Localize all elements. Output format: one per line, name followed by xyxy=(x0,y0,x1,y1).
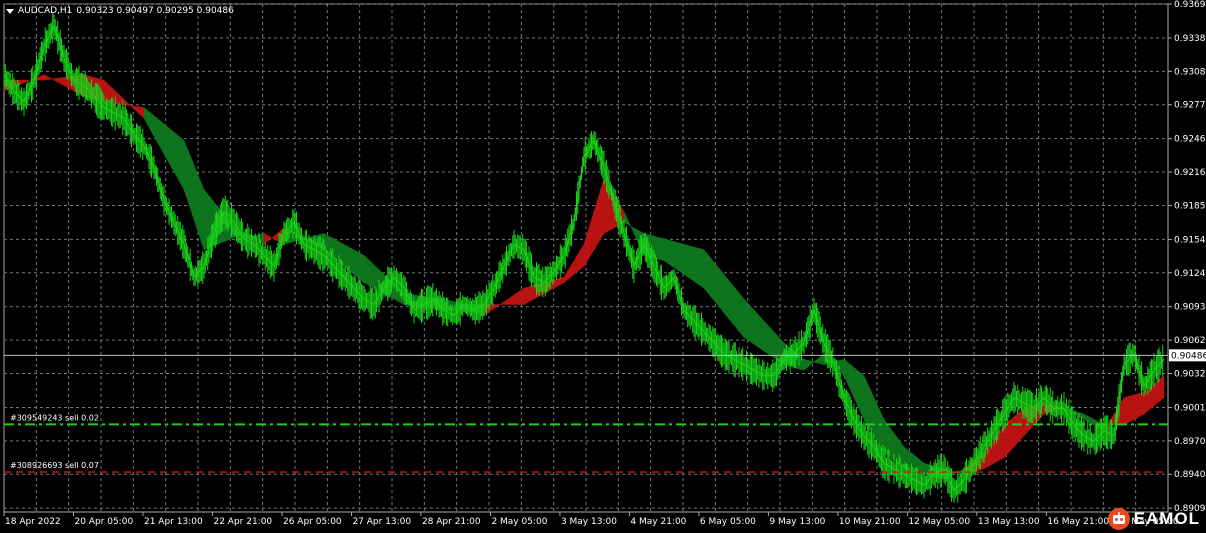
collapse-triangle-icon[interactable] xyxy=(6,8,14,14)
x-tick-label: 13 May 13:00 xyxy=(978,517,1040,527)
y-tick-label: 0.92160 xyxy=(1174,168,1206,178)
symbol-label: AUDCAD,H1 xyxy=(18,6,73,16)
y-tick-label: 0.89400 xyxy=(1174,470,1206,480)
x-tick-label: 18 Apr 2022 xyxy=(5,517,61,527)
robot-icon xyxy=(1107,508,1130,530)
x-tick-label: 4 May 21:00 xyxy=(630,517,686,527)
order-label: #309549243 sell 0.02 xyxy=(10,413,99,422)
price-chart[interactable]: 0.93695 0.93385 0.93080 0.92775 0.92465 0.921… xyxy=(0,0,1206,533)
y-tick-label: 0.90320 xyxy=(1174,370,1206,380)
x-tick-label: 6 May 05:00 xyxy=(700,517,756,527)
y-tick-label: 0.91545 xyxy=(1174,235,1206,245)
x-tick-label: 21 Apr 13:00 xyxy=(144,517,203,527)
y-tick-label: 0.91240 xyxy=(1174,269,1206,279)
x-tick-label: 20 Apr 05:00 xyxy=(74,517,133,527)
y-tick-label: 0.90930 xyxy=(1174,303,1206,313)
chart-background xyxy=(0,0,1206,533)
x-tick-label: 2 May 05:00 xyxy=(491,517,547,527)
brand-logo: EAMOL xyxy=(1107,508,1200,530)
chart-header: AUDCAD,H1 0.90323 0.90497 0.90295 0.9048… xyxy=(6,6,234,16)
x-tick-label: 27 Apr 13:00 xyxy=(352,517,411,527)
y-tick-label: 0.93385 xyxy=(1174,34,1206,44)
ohlc-values: 0.90323 0.90497 0.90295 0.90486 xyxy=(76,6,234,16)
brand-name: EAMOL xyxy=(1133,509,1200,528)
x-tick-label: 28 Apr 21:00 xyxy=(422,517,481,527)
y-tick-label: 0.92775 xyxy=(1174,101,1206,111)
y-tick-label: 0.93695 xyxy=(1174,0,1206,10)
x-tick-label: 26 Apr 05:00 xyxy=(283,517,342,527)
y-tick-label: 0.90625 xyxy=(1174,336,1206,346)
x-tick-label: 9 May 13:00 xyxy=(769,517,825,527)
y-tick-label: 0.92465 xyxy=(1174,135,1206,145)
y-tick-label: 0.91855 xyxy=(1174,201,1206,211)
x-tick-label: 22 Apr 21:00 xyxy=(213,517,272,527)
current-price-label: 0.90486 xyxy=(1171,351,1206,361)
y-tick-label: 0.93080 xyxy=(1174,67,1206,77)
x-tick-label: 12 May 05:00 xyxy=(908,517,970,527)
x-tick-label: 3 May 13:00 xyxy=(561,517,617,527)
order-label: #308926693 sell 0.07 xyxy=(10,461,99,470)
x-tick-label: 16 May 21:00 xyxy=(1047,517,1109,527)
y-tick-label: 0.89705 xyxy=(1174,437,1206,447)
x-tick-label: 10 May 21:00 xyxy=(839,517,901,527)
y-tick-label: 0.90010 xyxy=(1174,403,1206,413)
